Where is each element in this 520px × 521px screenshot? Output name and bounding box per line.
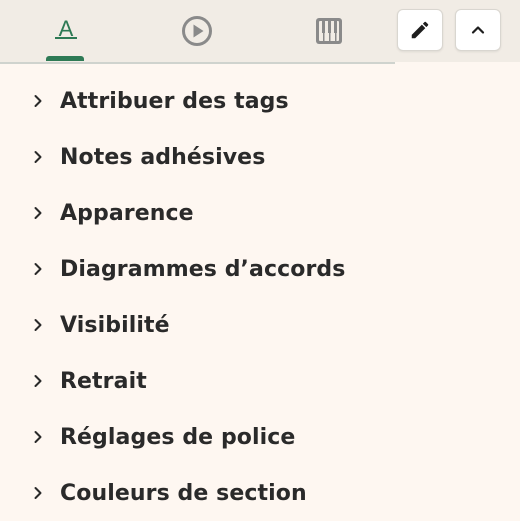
piano-icon <box>316 18 342 44</box>
chevron-right-icon <box>31 374 45 388</box>
edit-button[interactable] <box>397 9 443 51</box>
menu-item-label: Diagrammes d’accords <box>60 256 346 282</box>
play-circle-icon <box>182 16 212 46</box>
menu-item-label: Réglages de police <box>60 424 296 450</box>
toolbar-divider <box>0 62 395 64</box>
menu-item-label: Couleurs de section <box>60 480 307 506</box>
menu-item-label: Visibilité <box>60 312 170 338</box>
menu-item-apparence[interactable]: Apparence <box>0 185 520 241</box>
toolbar: A <box>0 0 520 62</box>
pencil-icon <box>411 21 429 39</box>
menu-item-attribuer-des-tags[interactable]: Attribuer des tags <box>0 73 520 129</box>
menu-item-label: Apparence <box>60 200 194 226</box>
menu-item-retrait[interactable]: Retrait <box>0 353 520 409</box>
chevron-right-icon <box>31 150 45 164</box>
chevron-right-icon <box>31 318 45 332</box>
menu-item-notes-adhesives[interactable]: Notes adhésives <box>0 129 520 185</box>
active-tab-indicator <box>46 56 84 61</box>
chevron-right-icon <box>31 486 45 500</box>
text-format-icon-underline <box>55 37 77 39</box>
menu-item-label: Retrait <box>60 368 147 394</box>
collapse-button[interactable] <box>455 9 501 51</box>
menu-item-visibilite[interactable]: Visibilité <box>0 297 520 353</box>
tab-piano[interactable] <box>309 0 349 62</box>
chevron-right-icon <box>31 262 45 276</box>
chevron-right-icon <box>31 430 45 444</box>
chevron-up-icon <box>471 26 485 34</box>
menu-item-reglages-de-police[interactable]: Réglages de police <box>0 409 520 465</box>
chevron-right-icon <box>31 206 45 220</box>
tab-text[interactable]: A <box>46 0 86 62</box>
chevron-right-icon <box>31 94 45 108</box>
menu-item-diagrammes-accords[interactable]: Diagrammes d’accords <box>0 241 520 297</box>
menu-item-label: Notes adhésives <box>60 144 266 170</box>
settings-menu: Attribuer des tags Notes adhésives Appar… <box>0 73 520 521</box>
menu-item-couleurs-de-section[interactable]: Couleurs de section <box>0 465 520 521</box>
tab-playback[interactable] <box>177 0 217 62</box>
menu-item-label: Attribuer des tags <box>60 88 289 114</box>
